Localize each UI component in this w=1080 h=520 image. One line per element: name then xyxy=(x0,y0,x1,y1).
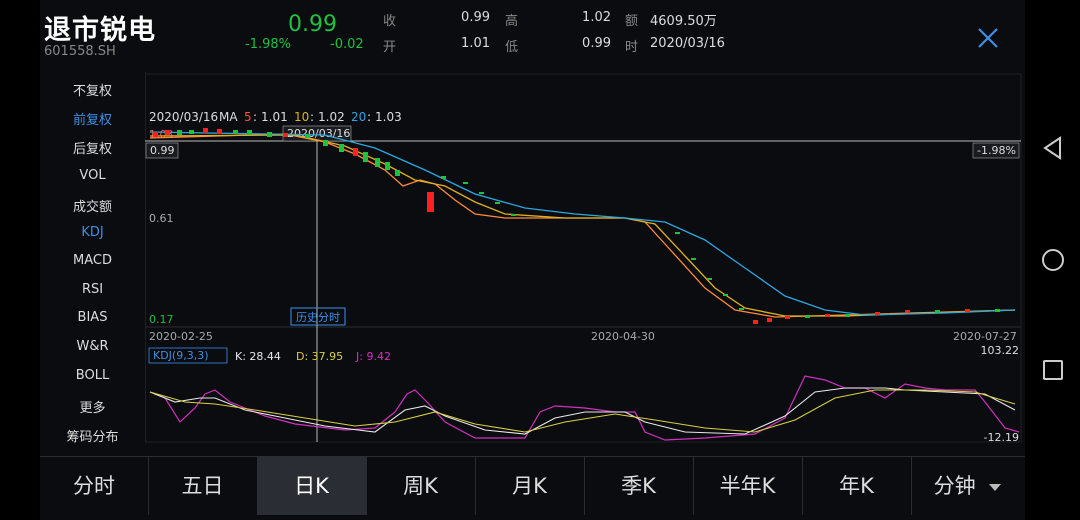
tab-weekly-k[interactable]: 周K xyxy=(366,457,476,515)
kdj-k-line xyxy=(149,387,1016,435)
svg-text::: : xyxy=(253,110,257,124)
menu-item-backward-adjust[interactable]: 后复权 xyxy=(40,138,145,157)
ma-label: MA xyxy=(219,110,238,124)
quote-value-low: 0.99 xyxy=(582,36,611,51)
quote-value-close: 0.99 xyxy=(461,10,490,25)
ma20-line xyxy=(149,131,1016,316)
kline-chart[interactable]: 2020/03/16 MA 5 : 1.01 10 : 1.02 20 : 1.… xyxy=(144,72,1025,444)
ma20-value: 1.03 xyxy=(375,110,402,124)
y-label-mid: 0.61 xyxy=(149,212,174,225)
kdj-max: 103.22 xyxy=(981,344,1020,357)
tab-monthly-k[interactable]: 月K xyxy=(475,457,585,515)
tab-minute-label: 分钟 xyxy=(933,474,976,498)
ma5-label: 5 xyxy=(244,110,252,124)
quote-value-amount: 4609.50万 xyxy=(650,14,717,29)
kdj-k: K: 28.44 xyxy=(235,350,281,363)
y-label-low: 0.17 xyxy=(149,313,174,326)
change-amount: -0.02 xyxy=(330,37,364,52)
kdj-min: -12.19 xyxy=(984,431,1019,444)
menu-item-vol[interactable]: VOL xyxy=(40,168,145,183)
price-tag-right: -1.98% xyxy=(977,144,1016,157)
screen: { "header": { "name": "退市锐电", "code": "6… xyxy=(0,0,1080,520)
x-date-mid: 2020-04-30 xyxy=(591,330,655,343)
quote-header: 退市锐电 601558.SH 0.99 -1.98% -0.02 收 0.99 … xyxy=(40,0,1025,70)
svg-text::: : xyxy=(367,110,371,124)
android-nav-bar xyxy=(1025,0,1080,520)
x-date-start: 2020-02-25 xyxy=(149,330,213,343)
ma10-value: 1.02 xyxy=(318,110,345,124)
cursor-date: 2020/03/16 xyxy=(287,127,350,140)
chart-border xyxy=(144,73,1022,443)
ma5-line xyxy=(149,133,1016,318)
menu-item-more[interactable]: 更多 xyxy=(40,397,145,416)
kdj-d: D: 37.95 xyxy=(296,350,343,363)
tab-yearly-k[interactable]: 年K xyxy=(802,457,912,515)
home-circle-icon[interactable] xyxy=(1039,246,1067,274)
stock-code: 601558.SH xyxy=(44,44,116,59)
tab-five-day[interactable]: 五日 xyxy=(148,457,258,515)
svg-text::: : xyxy=(310,110,314,124)
kdj-label: KDJ(9,3,3) xyxy=(153,349,209,362)
quote-label-open: 开 xyxy=(383,40,397,55)
menu-item-boll[interactable]: BOLL xyxy=(40,368,145,383)
menu-item-chip-distribution[interactable]: 筹码分布 xyxy=(40,426,145,445)
current-price: 0.99 xyxy=(288,12,337,37)
quote-label-high: 高 xyxy=(505,14,519,29)
price-tag-left: 0.99 xyxy=(150,144,175,157)
quote-value-open: 1.01 xyxy=(461,36,490,51)
quote-value-time: 2020/03/16 xyxy=(650,36,725,51)
change-percent: -1.98% xyxy=(245,37,291,52)
history-timeshare-label: 历史分时 xyxy=(296,311,340,324)
close-icon[interactable] xyxy=(974,24,1002,52)
menu-item-wr[interactable]: W&R xyxy=(40,339,145,354)
menu-item-forward-adjust[interactable]: 前复权 xyxy=(40,109,145,128)
ma10-label: 10 xyxy=(294,110,309,124)
x-date-end: 2020-07-27 xyxy=(953,330,1017,343)
ma-date: 2020/03/16 xyxy=(149,110,218,124)
menu-item-macd[interactable]: MACD xyxy=(40,253,145,268)
tab-quarterly-k[interactable]: 季K xyxy=(584,457,694,515)
kdj-j-line xyxy=(149,375,1020,441)
ma10-line xyxy=(149,134,1016,317)
candles xyxy=(153,128,1000,324)
tab-minute[interactable]: 分钟 xyxy=(911,457,1025,515)
menu-item-turnover[interactable]: 成交额 xyxy=(40,196,145,215)
tab-daily-k[interactable]: 日K xyxy=(257,457,367,515)
tab-half-year-k[interactable]: 半年K xyxy=(693,457,803,515)
quote-label-low: 低 xyxy=(505,40,519,55)
back-triangle-icon[interactable] xyxy=(1039,134,1067,162)
quote-label-amount: 额 xyxy=(625,14,639,29)
quote-label-time: 时 xyxy=(625,40,639,55)
kdj-d-line xyxy=(149,389,1016,433)
ma20-label: 20 xyxy=(351,110,366,124)
indicator-menu: 不复权 前复权 后复权 VOL 成交额 KDJ MACD RSI BIAS W&… xyxy=(40,72,146,445)
stock-kline-screen: 退市锐电 601558.SH 0.99 -1.98% -0.02 收 0.99 … xyxy=(40,0,1025,520)
caret-down-icon xyxy=(989,484,1002,491)
stock-name: 退市锐电 xyxy=(44,15,156,46)
menu-item-rsi[interactable]: RSI xyxy=(40,282,145,297)
quote-label-close: 收 xyxy=(383,14,397,29)
tab-timeshare[interactable]: 分时 xyxy=(40,457,149,515)
period-tabs: 分时 五日 日K 周K 月K 季K 半年K 年K 分钟 xyxy=(40,456,1025,515)
recents-square-icon[interactable] xyxy=(1039,356,1067,384)
kdj-j: J: 9.42 xyxy=(355,350,391,363)
menu-item-kdj[interactable]: KDJ xyxy=(40,225,145,240)
quote-value-high: 1.02 xyxy=(582,10,611,25)
ma5-value: 1.01 xyxy=(261,110,288,124)
menu-item-no-adjust[interactable]: 不复权 xyxy=(40,80,145,99)
menu-item-bias[interactable]: BIAS xyxy=(40,310,145,325)
